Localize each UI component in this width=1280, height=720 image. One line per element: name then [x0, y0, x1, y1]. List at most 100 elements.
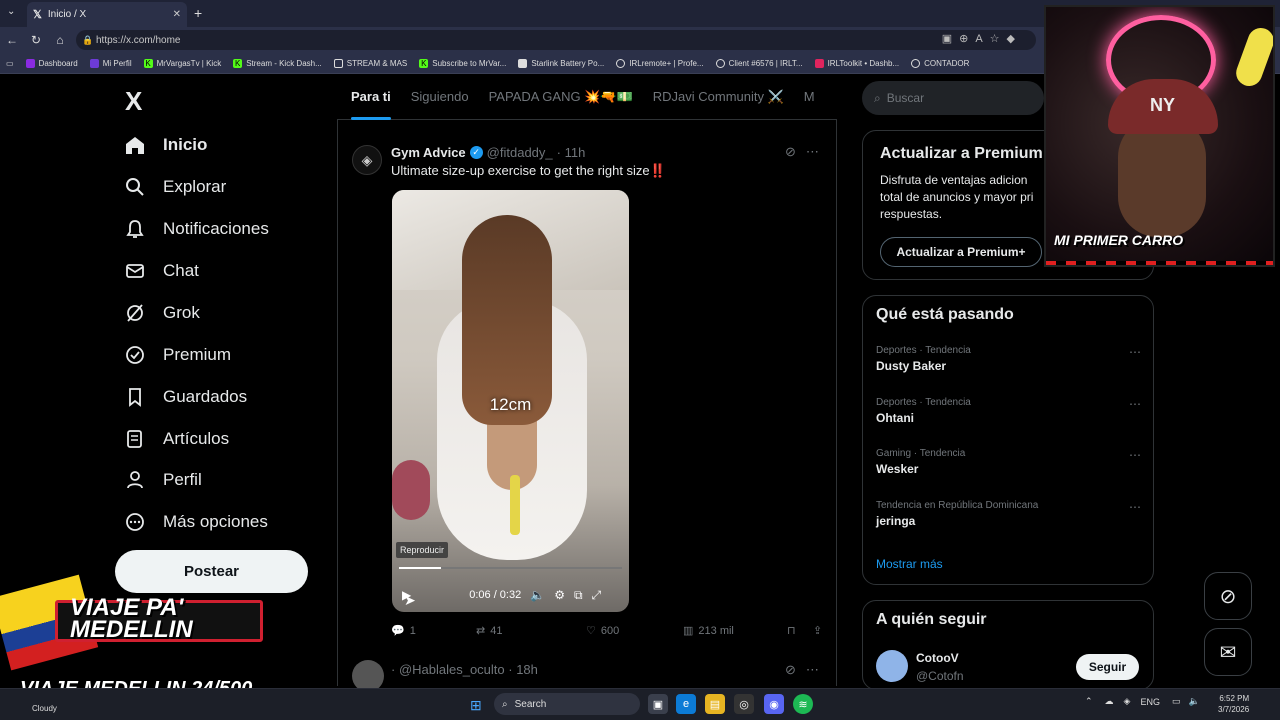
taskbar-clock[interactable]: 6:52 PM 3/7/2026 [1218, 693, 1249, 715]
follow-button[interactable]: Seguir [1076, 654, 1139, 680]
repost-icon: ⇄ [476, 625, 486, 637]
file-explorer-icon[interactable]: ▤ [705, 694, 725, 714]
sidebar-item-guardados[interactable]: Guardados [124, 382, 247, 412]
share-icon[interactable]: ⇪ [813, 624, 822, 637]
sidebar-item-inicio[interactable]: Inicio [124, 130, 207, 160]
trend-more-icon[interactable]: ⋯ [1129, 397, 1141, 411]
bookmark-item[interactable]: Client #6576 | IRLT... [715, 58, 803, 68]
tab-close-icon[interactable]: ✕ [173, 9, 181, 20]
repost-button[interactable]: ⇄ 41 [476, 624, 586, 638]
tweet-author-avatar[interactable]: ◈ [352, 145, 382, 175]
tray-app-icon[interactable]: ◈ [1124, 696, 1131, 707]
reply-button[interactable]: 💬 1 [391, 624, 476, 638]
bookmark-item[interactable]: IRLToolkit • Dashb... [814, 58, 899, 68]
like-button[interactable]: ♡ 600 [586, 624, 683, 638]
refresh-icon[interactable]: ↻ [24, 33, 48, 47]
sidebar-item-mas-opciones[interactable]: Más opciones [124, 507, 268, 537]
tab-papada-gang[interactable]: PAPADA GANG 💥🔫💵 [489, 74, 633, 120]
sidebar-item-chat[interactable]: Chat [124, 256, 199, 286]
bookmark-item[interactable]: STREAM & MAS [333, 58, 407, 68]
taskbar-search[interactable]: ⌕ Search [494, 693, 640, 715]
tab-rdjavi-community[interactable]: RDJavi Community ⚔️ [653, 74, 784, 120]
tab-more[interactable]: M [804, 74, 815, 120]
show-more-link[interactable]: Mostrar más [876, 557, 943, 571]
bookmarks-menu-icon[interactable]: ▭ [6, 59, 14, 68]
tweet2-handle[interactable]: · @Hablales_oculto · 18h [391, 662, 538, 677]
task-view-icon[interactable]: ▣ [648, 694, 668, 714]
video-progress-bar[interactable] [399, 567, 622, 569]
video-tooltip: Reproducir [396, 542, 449, 558]
trend-item[interactable]: Deportes · Tendencia Dusty Baker ⋯ [876, 345, 1141, 373]
sidebar-item-notificaciones[interactable]: Notificaciones [124, 214, 269, 244]
tray-chevron-icon[interactable]: ⌃ [1085, 696, 1093, 707]
grok-float-button[interactable]: ⊘ [1204, 572, 1252, 620]
tweet-time[interactable]: · 11h [557, 145, 586, 160]
article-icon [124, 428, 146, 450]
bookmark-item[interactable]: CONTADOR [911, 58, 969, 68]
trend-item[interactable]: Gaming · Tendencia Wesker ⋯ [876, 448, 1141, 476]
tweet-author-handle[interactable]: @fitdaddy_ [487, 145, 553, 160]
sidebar-item-perfil[interactable]: Perfil [124, 465, 202, 495]
tab-title: Inicio / X [47, 9, 87, 20]
views-icon: ▥ [683, 625, 694, 637]
tweet-more-icon[interactable]: ⋯ [806, 662, 829, 677]
bookmark-item[interactable]: Starlink Battery Po... [518, 58, 604, 68]
home-nav-icon[interactable]: ⌂ [48, 33, 72, 47]
settings-icon[interactable]: ⚙ [554, 588, 565, 602]
follow-name[interactable]: CotooV [916, 651, 959, 665]
bookmark-item[interactable]: Mi Perfil [89, 58, 132, 68]
grok-explain-icon[interactable]: ⊘ [785, 144, 806, 159]
browser-tab[interactable]: 𝕏 Inicio / X ✕ [27, 2, 187, 27]
tab-para-ti[interactable]: Para ti [351, 74, 391, 120]
irltoolkit-icon [814, 58, 824, 68]
sidebar-item-articulos[interactable]: Artículos [124, 424, 229, 454]
folder-icon [333, 58, 343, 68]
edge-icon[interactable]: e [676, 694, 696, 714]
messages-float-button[interactable]: ✉ [1204, 628, 1252, 676]
chrome-icon[interactable]: ◎ [734, 694, 754, 714]
volume-icon[interactable]: 🔈 [1189, 696, 1200, 707]
address-bar-actions[interactable]: ▣⊕A☆◆ [942, 32, 1022, 45]
bookmark-item[interactable]: K MrVargasTv | Kick [143, 58, 221, 68]
onedrive-icon[interactable]: ☁ [1105, 696, 1114, 707]
tweet-author-name[interactable]: Gym Advice [391, 145, 466, 160]
bookmark-item[interactable]: K Stream - Kick Dash... [233, 58, 322, 68]
views-button[interactable]: ▥ 213 mil [683, 624, 787, 638]
network-icon[interactable]: ▭ [1172, 696, 1181, 707]
bookmark-item[interactable]: Dashboard [25, 58, 78, 68]
follow-handle[interactable]: @Cotofn [916, 669, 964, 683]
bookmark-item[interactable]: K Subscribe to MrVar... [419, 58, 506, 68]
discord-icon[interactable]: ◉ [764, 694, 784, 714]
sidebar-item-explorar[interactable]: Explorar [124, 172, 226, 202]
spotify-icon[interactable]: ≋ [793, 694, 813, 714]
fullscreen-icon[interactable]: ⤢ [592, 588, 602, 603]
tweet-stats: 💬 1 ⇄ 41 ♡ 600 ▥ 213 mil ⊓ ⇪ [391, 624, 831, 638]
tab-siguiendo[interactable]: Siguiendo [411, 74, 469, 120]
bookmark-item[interactable]: IRLremote+ | Profe... [616, 58, 704, 68]
tweet-more-icon[interactable]: ⋯ [806, 144, 829, 159]
trend-more-icon[interactable]: ⋯ [1129, 345, 1141, 359]
bookmark-tweet-icon[interactable]: ⊓ [787, 624, 813, 637]
trend-more-icon[interactable]: ⋯ [1129, 448, 1141, 462]
trend-item[interactable]: Deportes · Tendencia Ohtani ⋯ [876, 397, 1141, 425]
volume-icon[interactable]: 🔈 [530, 588, 545, 602]
sidebar-item-grok[interactable]: Grok [124, 298, 200, 328]
upgrade-premium-button[interactable]: Actualizar a Premium+ [880, 237, 1042, 267]
search-input[interactable]: ⌕ Buscar [862, 81, 1044, 115]
tab-menu-icon[interactable]: ⌄ [7, 6, 15, 17]
sidebar-item-premium[interactable]: Premium [124, 340, 231, 370]
new-tab-button[interactable]: + [194, 5, 202, 21]
trend-item[interactable]: Tendencia en República Dominicana jering… [876, 500, 1141, 528]
x-logo[interactable]: X [125, 86, 142, 117]
video-progress-fill [399, 567, 441, 569]
back-icon[interactable]: ← [0, 33, 24, 47]
search-icon: ⌕ [874, 90, 881, 105]
trend-more-icon[interactable]: ⋯ [1129, 500, 1141, 514]
language-indicator[interactable]: ENG [1140, 697, 1160, 707]
url-field[interactable]: 🔒 https://x.com/home ▣⊕A☆◆ [76, 30, 1036, 50]
pip-icon[interactable]: ⧉ [574, 588, 583, 603]
follow-avatar[interactable] [876, 650, 908, 682]
windows-start-icon[interactable]: ⊞ [470, 697, 482, 714]
grok-explain-icon[interactable]: ⊘ [785, 662, 806, 677]
weather-widget[interactable]: Cloudy [32, 704, 57, 713]
